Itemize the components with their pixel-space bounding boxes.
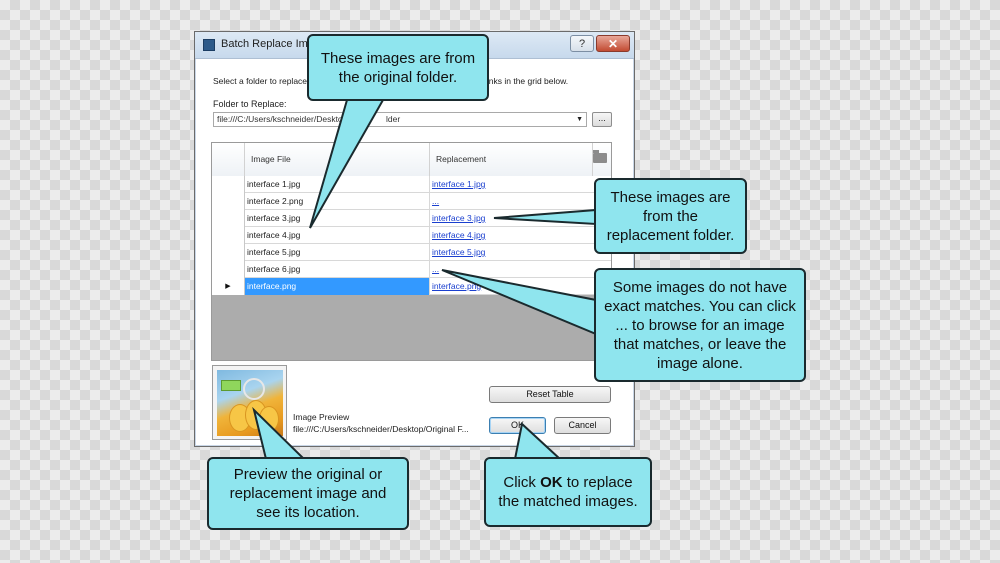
row-header-spacer xyxy=(212,143,245,176)
replacement-link[interactable]: interface 4.jpg xyxy=(430,227,611,244)
row-indicator xyxy=(212,176,245,193)
row-indicator xyxy=(212,193,245,210)
preview-thumbnail xyxy=(217,370,283,436)
image-file-cell[interactable]: interface 6.jpg xyxy=(245,261,430,278)
column-image-file[interactable]: Image File xyxy=(245,143,430,176)
callout-original-folder: These images are from the original folde… xyxy=(307,34,489,101)
folder-value-left: file:///C:/Users/kschneider/Desktop/ xyxy=(217,114,350,124)
callout-ok: Click OK to replace the matched images. xyxy=(484,457,652,527)
callout-preview: Preview the original or replacement imag… xyxy=(207,457,409,530)
table-row[interactable]: interface 4.jpg interface 4.jpg xyxy=(212,227,611,244)
folder-select[interactable]: file:///C:/Users/kschneider/Desktop/ lde… xyxy=(213,112,587,127)
folder-value-right: lder xyxy=(386,114,401,124)
image-file-cell[interactable]: interface 5.jpg xyxy=(245,244,430,261)
folder-to-replace-label: Folder to Replace: xyxy=(213,99,287,109)
preview-leaf-shape xyxy=(221,380,241,391)
replacement-link[interactable]: interface 5.jpg xyxy=(430,244,611,261)
folder-icon[interactable] xyxy=(593,150,607,163)
table-row-selected[interactable]: ▶ interface.png interface.png xyxy=(212,278,611,295)
image-file-cell[interactable]: interface 1.jpg xyxy=(245,176,430,193)
ok-button[interactable]: OK xyxy=(489,417,546,434)
replacement-link[interactable]: interface 1.jpg xyxy=(430,176,611,193)
table-row[interactable]: interface 5.jpg interface 5.jpg xyxy=(212,244,611,261)
image-preview-box xyxy=(212,365,287,440)
table-row[interactable]: interface 6.jpg ... xyxy=(212,261,611,278)
row-indicator xyxy=(212,227,245,244)
table-row[interactable]: interface 2.png ... xyxy=(212,193,611,210)
instructions: Select a folder to replace links in the … xyxy=(213,76,568,86)
close-button[interactable]: ✕ xyxy=(596,35,630,52)
row-indicator xyxy=(212,261,245,278)
row-indicator xyxy=(212,210,245,227)
row-indicator xyxy=(212,244,245,261)
cancel-button[interactable]: Cancel xyxy=(554,417,611,434)
current-row-arrow-icon: ▶ xyxy=(212,278,245,295)
browse-folder-button[interactable]: ... xyxy=(592,112,612,127)
replacement-link[interactable]: interface.png xyxy=(430,278,611,295)
image-preview-path: file:///C:/Users/kschneider/Desktop/Orig… xyxy=(293,424,469,434)
image-preview-label: Image Preview xyxy=(293,412,350,422)
callout-browse-hint: Some images do not have exact matches. Y… xyxy=(594,268,806,382)
instructions-right: links in the grid below. xyxy=(485,76,569,86)
replacement-link[interactable]: interface 3.jpg xyxy=(430,210,611,227)
replacement-link[interactable]: ... xyxy=(430,261,611,278)
reset-table-button[interactable]: Reset Table xyxy=(489,386,611,403)
grid-header: Image File Replacement xyxy=(212,143,611,177)
magnifier-icon xyxy=(243,378,265,400)
replacement-link[interactable]: ... xyxy=(430,193,611,210)
image-grid: Image File Replacement interface 1.jpg i… xyxy=(211,142,612,361)
table-row[interactable]: interface 1.jpg interface 1.jpg xyxy=(212,176,611,193)
help-button[interactable]: ? xyxy=(570,35,594,52)
callout-ok-prefix: Click xyxy=(503,474,541,491)
chevron-down-icon[interactable]: ▼ xyxy=(576,113,583,126)
table-row[interactable]: interface 3.jpg interface 3.jpg xyxy=(212,210,611,227)
image-file-cell[interactable]: interface 2.png xyxy=(245,193,430,210)
image-file-cell[interactable]: interface 4.jpg xyxy=(245,227,430,244)
image-file-cell[interactable]: interface 3.jpg xyxy=(245,210,430,227)
callout-ok-text: Click OK to replace the matched images. xyxy=(494,473,642,511)
preview-petal-shape xyxy=(259,406,279,432)
callout-replacement-folder: These images are from the replacement fo… xyxy=(594,178,747,254)
image-file-cell[interactable]: interface.png xyxy=(245,278,430,295)
callout-ok-bold: OK xyxy=(540,474,563,491)
app-icon xyxy=(203,39,215,51)
column-replacement[interactable]: Replacement xyxy=(430,143,593,176)
instructions-left: Select a folder to replace xyxy=(213,76,308,86)
